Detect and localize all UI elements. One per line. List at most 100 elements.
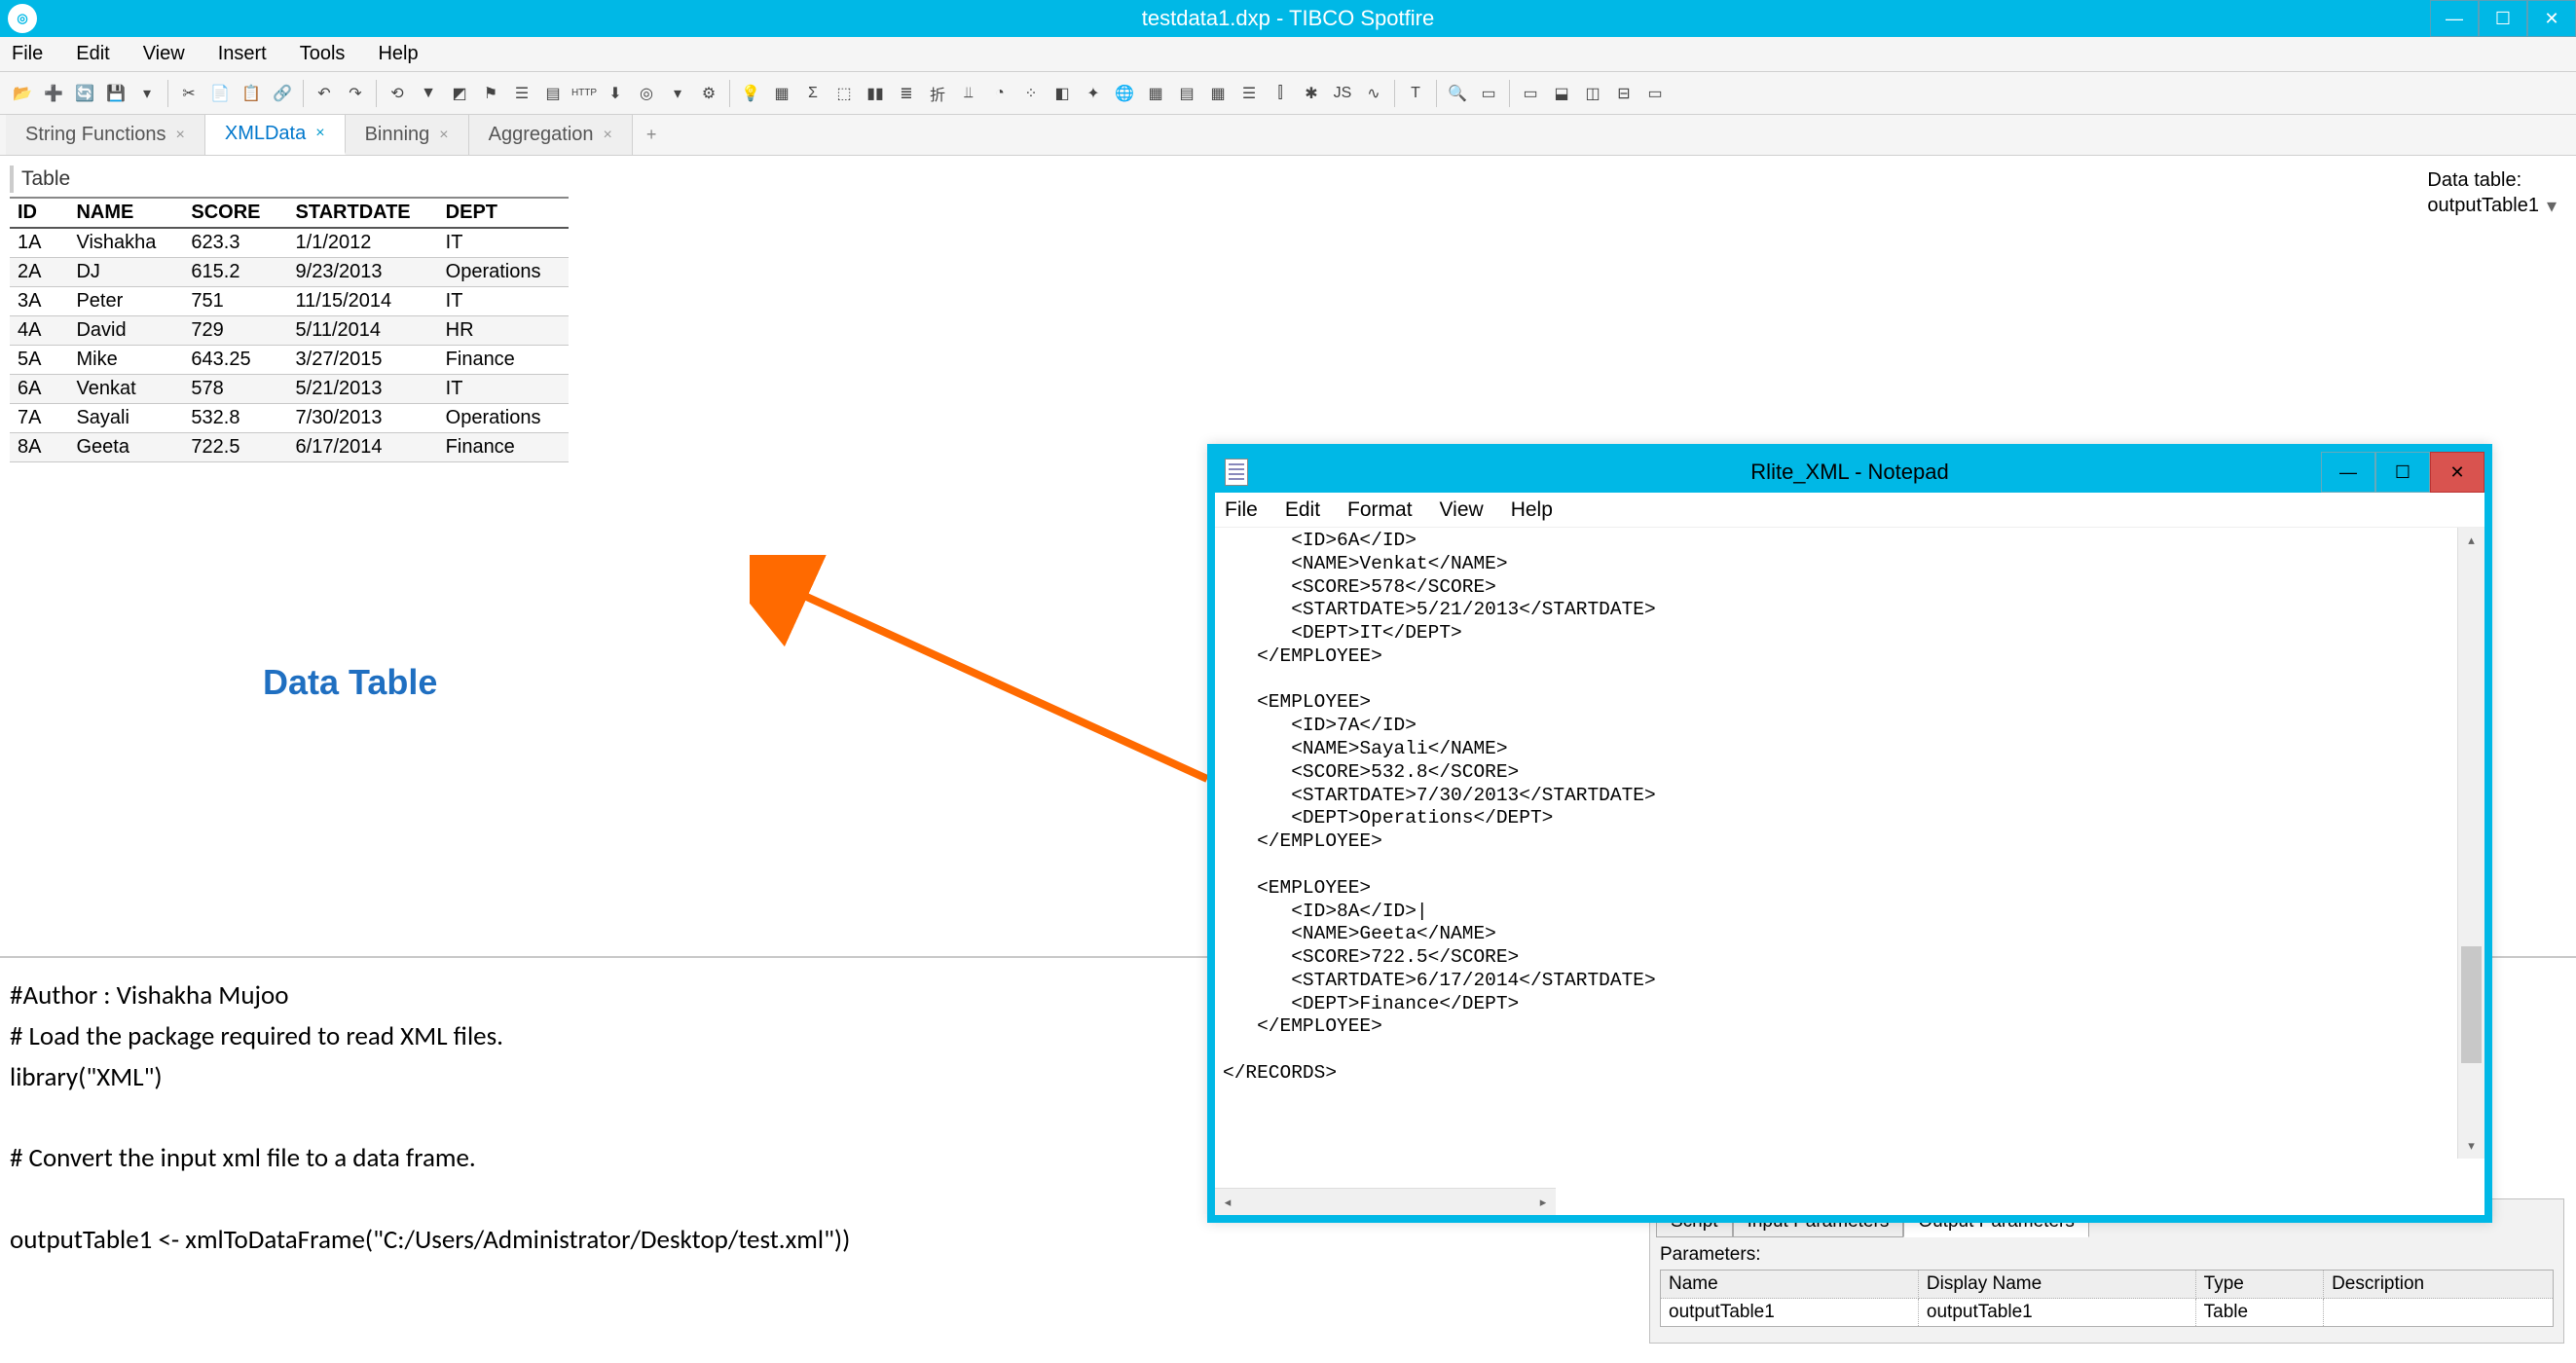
- scroll-left-icon[interactable]: ◂: [1215, 1189, 1240, 1215]
- combo-icon[interactable]: ⫫: [954, 79, 983, 108]
- layout4-icon[interactable]: ⊟: [1609, 79, 1638, 108]
- refresh-icon[interactable]: 🔄: [70, 79, 99, 108]
- layout3-icon[interactable]: ◫: [1578, 79, 1607, 108]
- notepad-text[interactable]: <ID>6A</ID> <NAME>Venkat</NAME> <SCORE>5…: [1215, 528, 2484, 1087]
- params-header-cell[interactable]: Description: [2324, 1271, 2554, 1299]
- marking-icon[interactable]: ◩: [445, 79, 474, 108]
- text-area-icon[interactable]: T: [1401, 79, 1430, 108]
- globe-icon[interactable]: 🌐: [1110, 79, 1139, 108]
- notepad-titlebar[interactable]: Rlite_XML - Notepad — ☐ ✕: [1215, 452, 2484, 493]
- notepad-menu-edit[interactable]: Edit: [1285, 498, 1320, 522]
- notepad-window[interactable]: Rlite_XML - Notepad — ☐ ✕ File Edit Form…: [1207, 444, 2492, 1223]
- table-row[interactable]: 4ADavid7295/11/2014HR: [10, 316, 569, 346]
- map-icon[interactable]: ▦: [1141, 79, 1170, 108]
- kpi-icon[interactable]: ⬚: [829, 79, 859, 108]
- tab-xmldata[interactable]: XMLData ×: [205, 115, 346, 155]
- table-header-cell[interactable]: SCORE: [183, 198, 287, 228]
- graph-icon[interactable]: ∿: [1359, 79, 1388, 108]
- column-icon[interactable]: ▤: [538, 79, 568, 108]
- tab-add-button[interactable]: +: [633, 115, 671, 155]
- table-row[interactable]: 1AVishakha623.31/1/2012IT: [10, 228, 569, 258]
- js-icon[interactable]: JS: [1328, 79, 1357, 108]
- params-row[interactable]: outputTable1outputTable1Table: [1661, 1299, 2554, 1327]
- tab-binning[interactable]: Binning ×: [346, 115, 469, 155]
- reset-icon[interactable]: ⟲: [383, 79, 412, 108]
- piechart-icon[interactable]: ◔: [985, 79, 1014, 108]
- maximize-button[interactable]: ☐: [2479, 0, 2527, 37]
- menu-view[interactable]: View: [143, 43, 185, 65]
- lightbulb-icon[interactable]: 💡: [736, 79, 765, 108]
- summation-icon[interactable]: Σ: [798, 79, 828, 108]
- tab-close-icon[interactable]: ×: [176, 127, 185, 144]
- notepad-menu-view[interactable]: View: [1440, 498, 1484, 522]
- redo-icon[interactable]: ↷: [341, 79, 370, 108]
- bookmark-icon[interactable]: ☰: [507, 79, 536, 108]
- scroll-thumb[interactable]: [2461, 946, 2482, 1063]
- table-row[interactable]: 8AGeeta722.56/17/2014Finance: [10, 433, 569, 462]
- notepad-menu-format[interactable]: Format: [1347, 498, 1413, 522]
- table-row[interactable]: 5AMike643.253/27/2015Finance: [10, 346, 569, 375]
- cut-icon[interactable]: ✂: [174, 79, 203, 108]
- tab-close-icon[interactable]: ×: [604, 127, 612, 144]
- table-header-cell[interactable]: ID: [10, 198, 68, 228]
- layout2-icon[interactable]: ⬓: [1547, 79, 1576, 108]
- menu-edit[interactable]: Edit: [76, 43, 109, 65]
- tab-close-icon[interactable]: ×: [315, 125, 324, 142]
- http-icon[interactable]: HTTP: [570, 79, 599, 108]
- notepad-menu-file[interactable]: File: [1225, 498, 1258, 522]
- table-row[interactable]: 3APeter75111/15/2014IT: [10, 287, 569, 316]
- copy-icon[interactable]: 📄: [205, 79, 235, 108]
- barchart-icon[interactable]: ▮▮: [861, 79, 890, 108]
- layout5-icon[interactable]: ▭: [1640, 79, 1670, 108]
- menu-tools[interactable]: Tools: [300, 43, 346, 65]
- treemap-icon[interactable]: ▤: [1172, 79, 1201, 108]
- network-icon[interactable]: ✱: [1297, 79, 1326, 108]
- scroll-right-icon[interactable]: ▸: [1530, 1189, 1556, 1215]
- details-icon[interactable]: 🔍: [1443, 79, 1472, 108]
- menu-insert[interactable]: Insert: [218, 43, 267, 65]
- params-header-cell[interactable]: Name: [1661, 1271, 1919, 1299]
- tab-aggregation[interactable]: Aggregation ×: [469, 115, 633, 155]
- save-dropdown-icon[interactable]: ▾: [132, 79, 162, 108]
- params-table[interactable]: NameDisplay NameTypeDescription outputTa…: [1660, 1270, 2554, 1327]
- export-icon[interactable]: ⬇: [601, 79, 630, 108]
- transform-icon[interactable]: ⚙: [694, 79, 723, 108]
- notepad-horizontal-scrollbar[interactable]: ◂ ▸: [1215, 1188, 1556, 1215]
- tab-string-functions[interactable]: String Functions ×: [6, 115, 205, 155]
- 3d-icon[interactable]: ◧: [1048, 79, 1077, 108]
- scroll-down-icon[interactable]: ▾: [2458, 1133, 2484, 1159]
- tag-icon[interactable]: ⚑: [476, 79, 505, 108]
- undo-icon[interactable]: ↶: [310, 79, 339, 108]
- data-table-combo[interactable]: outputTable1 ▾: [2427, 194, 2557, 218]
- paste-link-icon[interactable]: 🔗: [268, 79, 297, 108]
- params-header-cell[interactable]: Display Name: [1918, 1271, 2195, 1299]
- table-row[interactable]: 2ADJ615.29/23/2013Operations: [10, 258, 569, 287]
- heatmap-icon[interactable]: ▦: [1203, 79, 1233, 108]
- paste-icon[interactable]: 📋: [237, 79, 266, 108]
- save-icon[interactable]: 💾: [101, 79, 130, 108]
- target-icon[interactable]: ◎: [632, 79, 661, 108]
- notepad-text-area[interactable]: <ID>6A</ID> <NAME>Venkat</NAME> <SCORE>5…: [1215, 528, 2484, 1188]
- params-header-cell[interactable]: Type: [2195, 1271, 2323, 1299]
- table-header-cell[interactable]: NAME: [68, 198, 183, 228]
- notepad-vertical-scrollbar[interactable]: ▴ ▾: [2457, 528, 2484, 1159]
- notepad-menu-help[interactable]: Help: [1511, 498, 1553, 522]
- scroll-up-icon[interactable]: ▴: [2458, 528, 2484, 553]
- close-button[interactable]: ✕: [2527, 0, 2576, 37]
- table-header-cell[interactable]: STARTDATE: [288, 198, 438, 228]
- table-header-cell[interactable]: DEPT: [438, 198, 569, 228]
- radar-icon[interactable]: ✦: [1079, 79, 1108, 108]
- table-row[interactable]: 6AVenkat5785/21/2013IT: [10, 375, 569, 404]
- layout1-icon[interactable]: ▭: [1516, 79, 1545, 108]
- hbar-icon[interactable]: ≣: [892, 79, 921, 108]
- page-icon[interactable]: ▭: [1474, 79, 1503, 108]
- parallel-icon[interactable]: ☰: [1234, 79, 1264, 108]
- menu-file[interactable]: File: [12, 43, 43, 65]
- tab-close-icon[interactable]: ×: [439, 127, 448, 144]
- data-table[interactable]: IDNAMESCORESTARTDATEDEPT 1AVishakha623.3…: [10, 197, 569, 462]
- linechart-icon[interactable]: 折: [923, 79, 952, 108]
- table-viz-icon[interactable]: ▦: [767, 79, 796, 108]
- open-icon[interactable]: 📂: [8, 79, 37, 108]
- add-data-icon[interactable]: ➕: [39, 79, 68, 108]
- notepad-close-button[interactable]: ✕: [2430, 452, 2484, 493]
